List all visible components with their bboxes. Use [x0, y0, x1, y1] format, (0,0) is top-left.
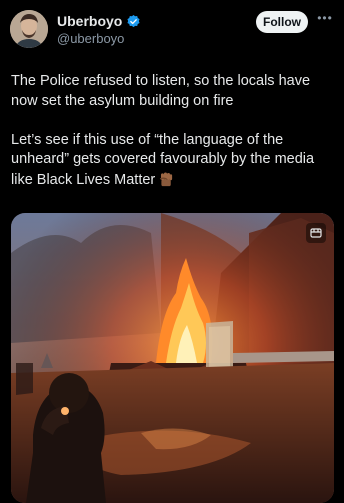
- tweet-media-photo[interactable]: [11, 213, 334, 503]
- tweet-text: The Police refused to listen, so the loc…: [11, 72, 335, 193]
- raised-fist-icon: [158, 170, 175, 194]
- avatar[interactable]: [10, 10, 48, 48]
- tweet-paragraph: Let’s see if this use of “the language o…: [11, 131, 335, 194]
- more-horizontal-icon[interactable]: •••: [316, 12, 334, 24]
- tweet-paragraph: The Police refused to listen, so the loc…: [11, 73, 311, 109]
- follow-button[interactable]: Follow: [256, 11, 308, 33]
- verified-badge-icon: [126, 14, 141, 29]
- author-handle[interactable]: @uberboyo: [57, 31, 124, 46]
- video-badge-icon[interactable]: [306, 223, 326, 243]
- author-name-row: Uberboyo: [57, 13, 141, 29]
- author-display-name[interactable]: Uberboyo: [57, 13, 122, 29]
- tweet-header: Uberboyo @uberboyo Follow •••: [0, 0, 344, 60]
